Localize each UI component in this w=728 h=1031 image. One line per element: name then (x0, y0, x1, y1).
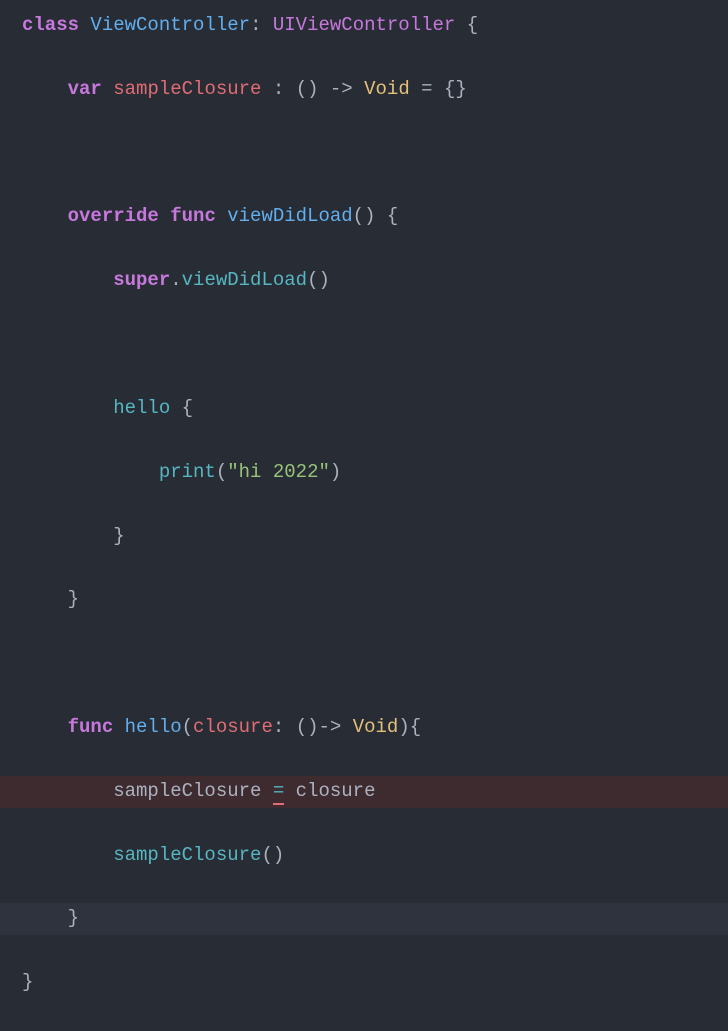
print-call: print (159, 461, 216, 483)
closure-call: sampleClosure (113, 844, 261, 866)
code-line-1: class ViewController: UIViewController { (0, 10, 728, 42)
paren-open: ( (216, 461, 227, 483)
arrow: -> (319, 716, 353, 738)
assign-rhs: closure (296, 780, 376, 802)
brace-open: { (182, 397, 193, 419)
parens: () (296, 78, 319, 100)
func-name: hello (125, 716, 182, 738)
keyword-func: func (170, 205, 216, 227)
code-line-13-error: sampleClosure = closure (0, 776, 728, 808)
parens: () (353, 205, 376, 227)
code-line-3 (0, 138, 728, 170)
brace-close: } (22, 971, 33, 993)
code-line-15: } (0, 903, 728, 935)
keyword-override: override (68, 205, 159, 227)
code-line-14: sampleClosure() (0, 840, 728, 872)
super-type: UIViewController (273, 14, 455, 36)
code-line-10: } (0, 584, 728, 616)
paren-open: ( (182, 716, 193, 738)
string-literal: "hi 2022" (227, 461, 330, 483)
brace-open: { (387, 205, 398, 227)
code-block: class ViewController: UIViewController {… (0, 10, 728, 1031)
dot: . (170, 269, 181, 291)
code-line-16: } (0, 967, 728, 999)
void-type: Void (364, 78, 410, 100)
colon: : (250, 14, 261, 36)
arrow: -> (319, 78, 365, 100)
hello-call: hello (113, 397, 170, 419)
paren-close: ) (398, 716, 409, 738)
code-line-9: } (0, 521, 728, 553)
brace-close: } (113, 525, 124, 547)
code-line-6 (0, 329, 728, 361)
equals: = (410, 78, 444, 100)
keyword-class: class (22, 14, 79, 36)
brace-open: { (410, 716, 421, 738)
parens: () (261, 844, 284, 866)
assign-lhs: sampleClosure (113, 780, 261, 802)
empty-closure: {} (444, 78, 467, 100)
equals-error: = (273, 780, 284, 805)
void-type: Void (353, 716, 399, 738)
code-line-11 (0, 648, 728, 680)
code-line-5: super.viewDidLoad() (0, 265, 728, 297)
keyword-super: super (113, 269, 170, 291)
var-name: sampleClosure (113, 78, 261, 100)
colon: : (273, 716, 296, 738)
func-name: viewDidLoad (227, 205, 352, 227)
parens: () (296, 716, 319, 738)
code-line-4: override func viewDidLoad() { (0, 201, 728, 233)
brace-open: { (467, 14, 478, 36)
method-call: viewDidLoad (182, 269, 307, 291)
param-name: closure (193, 716, 273, 738)
class-name: ViewController (90, 14, 250, 36)
brace-close: } (68, 907, 79, 929)
code-line-2: var sampleClosure : () -> Void = {} (0, 74, 728, 106)
paren-close: ) (330, 461, 341, 483)
parens: () (307, 269, 330, 291)
code-line-7: hello { (0, 393, 728, 425)
colon: : (261, 78, 295, 100)
code-line-12: func hello(closure: ()-> Void){ (0, 712, 728, 744)
keyword-func: func (68, 716, 114, 738)
keyword-var: var (68, 78, 102, 100)
brace-close: } (68, 588, 79, 610)
code-line-8: print("hi 2022") (0, 457, 728, 489)
